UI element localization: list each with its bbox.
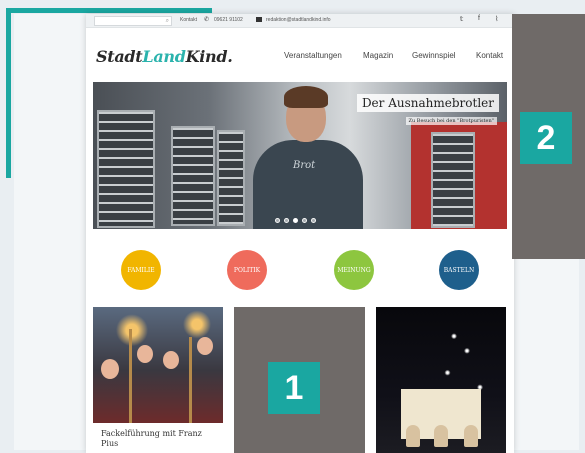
nav-item-veranstaltungen[interactable]: Veranstaltungen [284, 51, 342, 60]
twitter-icon[interactable]: 𝕥 [460, 15, 463, 23]
person-head [197, 337, 213, 355]
site-logo[interactable]: StadtLandKind. [96, 47, 233, 66]
phone-number: 09621 91102 [214, 17, 243, 23]
nav-item-gewinnspiel[interactable]: Gewinnspiel [412, 51, 456, 60]
category-basteln[interactable]: BASTELN [439, 250, 479, 290]
category-label: FAMILIE [127, 266, 155, 274]
nav-item-magazin[interactable]: Magazin [363, 51, 393, 60]
mail-icon [256, 17, 262, 22]
hero-oven-rack [171, 126, 215, 226]
slider-dot[interactable] [275, 218, 280, 223]
slider-dot[interactable] [302, 218, 307, 223]
torch [189, 337, 192, 423]
phone-icon: ✆ [204, 17, 210, 23]
hero-oven-rack [97, 110, 155, 228]
stage-person [406, 425, 420, 447]
article-card[interactable]: Fackelführung mit Franz Pius [93, 307, 223, 453]
search-icon[interactable]: ⌕ [166, 17, 169, 26]
rss-icon[interactable]: ⌇ [495, 15, 498, 23]
stage-person [464, 425, 478, 447]
torch [129, 329, 132, 423]
hero-shirt-text: Brot [293, 160, 316, 171]
hero-oven-rack [217, 130, 245, 226]
hero-slider[interactable]: Brot Der Ausnahmebrotler Zu Besuch bei d… [93, 82, 507, 229]
stage-person [434, 425, 448, 447]
person-head [101, 359, 119, 379]
search-input[interactable]: ⌕ [94, 16, 172, 26]
article-title[interactable]: Fackelführung mit Franz Pius [101, 429, 219, 449]
facebook-icon[interactable]: f [478, 15, 480, 22]
logo-part-land: Land [142, 47, 186, 66]
article-image-stage [376, 307, 506, 453]
email-address[interactable]: redaktion@stadtlandkind.info [266, 17, 331, 23]
hero-person-body [253, 140, 363, 229]
hero-title[interactable]: Der Ausnahmebrotler [356, 94, 499, 112]
frame-accent-left [6, 8, 11, 178]
slider-dot-active[interactable] [293, 218, 298, 223]
article-card[interactable] [376, 307, 506, 453]
frame-accent-top [6, 8, 212, 13]
slider-dot[interactable] [311, 218, 316, 223]
person-head [137, 345, 153, 363]
nav-item-kontakt[interactable]: Kontakt [476, 51, 503, 60]
category-politik[interactable]: POLITIK [227, 250, 267, 290]
category-label: BASTELN [443, 266, 475, 274]
category-label: POLITIK [233, 266, 261, 274]
logo-part-kind: Kind. [185, 47, 233, 66]
slider-dots [275, 218, 316, 223]
top-bar: ⌕ Kontakt ✆ 09621 91102 redaktion@stadtl… [86, 14, 514, 28]
category-label: MEINUNG [337, 266, 371, 274]
logo-part-stadt: Stadt [96, 47, 143, 66]
number-badge-1: 1 [268, 362, 320, 414]
slider-dot[interactable] [284, 218, 289, 223]
number-badge-2: 2 [520, 112, 572, 164]
person-head [163, 351, 179, 369]
article-image-torchlight [93, 307, 223, 423]
hero-subtitle: Zu Besuch bei den "Brotpuristen" [405, 117, 497, 125]
hero-person-hair [284, 86, 328, 108]
contact-label[interactable]: Kontakt [180, 17, 197, 23]
hero-oven-rack [431, 132, 475, 228]
category-familie[interactable]: FAMILIE [121, 250, 161, 290]
category-meinung[interactable]: MEINUNG [334, 250, 374, 290]
